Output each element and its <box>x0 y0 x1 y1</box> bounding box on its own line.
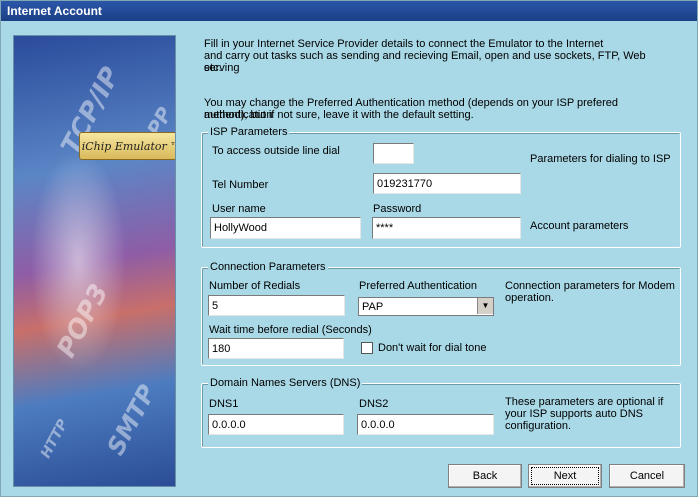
dns2-input[interactable] <box>357 414 494 435</box>
auth-label: Preferred Authentication <box>359 280 478 292</box>
isp-parameters-group: ISP Parameters To access outside line di… <box>201 126 681 248</box>
password-label: Password <box>373 203 422 215</box>
dial-tone-label: Don't wait for dial tone <box>378 342 487 354</box>
intro-line-3: etc. <box>204 62 222 74</box>
password-input[interactable] <box>372 217 521 239</box>
auth-select[interactable]: PAP ▼ <box>358 297 494 316</box>
banner-watermark-pop3: POP3 <box>51 279 115 363</box>
back-button[interactable]: Back <box>448 464 522 488</box>
dns1-input[interactable] <box>208 414 344 435</box>
redials-label: Number of Redials <box>209 280 301 292</box>
banner-watermark-http: HTTP <box>37 416 72 462</box>
redials-input[interactable] <box>208 295 345 316</box>
user-name-input[interactable] <box>210 217 361 239</box>
cancel-button[interactable]: Cancel <box>609 464 685 488</box>
chevron-down-icon[interactable]: ▼ <box>477 298 493 314</box>
tel-number-input[interactable] <box>373 173 521 194</box>
window-title: Internet Account <box>1 1 697 21</box>
dns-legend: Domain Names Servers (DNS) <box>208 377 363 389</box>
wait-time-input[interactable] <box>208 338 344 359</box>
ichip-logo: iChip Emulator ™ <box>79 132 175 160</box>
isp-parameters-legend: ISP Parameters <box>208 126 290 138</box>
next-button[interactable]: Next <box>528 464 602 488</box>
user-name-label: User name <box>212 203 266 215</box>
connection-parameters-legend: Connection Parameters <box>208 261 328 273</box>
tel-number-label: Tel Number <box>212 179 269 191</box>
dns-group: Domain Names Servers (DNS) DNS1 DNS2 The… <box>201 377 681 448</box>
auth-select-value: PAP <box>362 301 384 313</box>
banner-watermark-smtp: SMTP <box>101 380 162 460</box>
internet-account-window: Internet Account TCP/IP POP3 SMTP HTTP P… <box>0 0 698 497</box>
connection-note-line-2: operation. <box>505 292 554 304</box>
connection-parameters-group: Connection Parameters Number of Redials … <box>201 261 681 366</box>
intro-line-1: Fill in your Internet Service Provider d… <box>204 38 604 50</box>
outside-line-input[interactable] <box>373 143 414 164</box>
outside-line-label: To access outside line dial <box>212 145 340 157</box>
banner-image: TCP/IP POP3 SMTP HTTP PPP iChip Emulator… <box>13 35 176 487</box>
dns1-label: DNS1 <box>209 398 239 410</box>
intro-line-5: method), but if not sure, leave it with … <box>204 109 474 121</box>
dial-parameters-note: Parameters for dialing to ISP <box>530 153 671 165</box>
dns-note-line-3: configuration. <box>505 420 572 432</box>
wait-time-label: Wait time before redial (Seconds) <box>209 324 372 336</box>
account-parameters-note: Account parameters <box>530 220 629 232</box>
dial-tone-checkbox[interactable] <box>361 342 373 354</box>
dns2-label: DNS2 <box>359 398 389 410</box>
